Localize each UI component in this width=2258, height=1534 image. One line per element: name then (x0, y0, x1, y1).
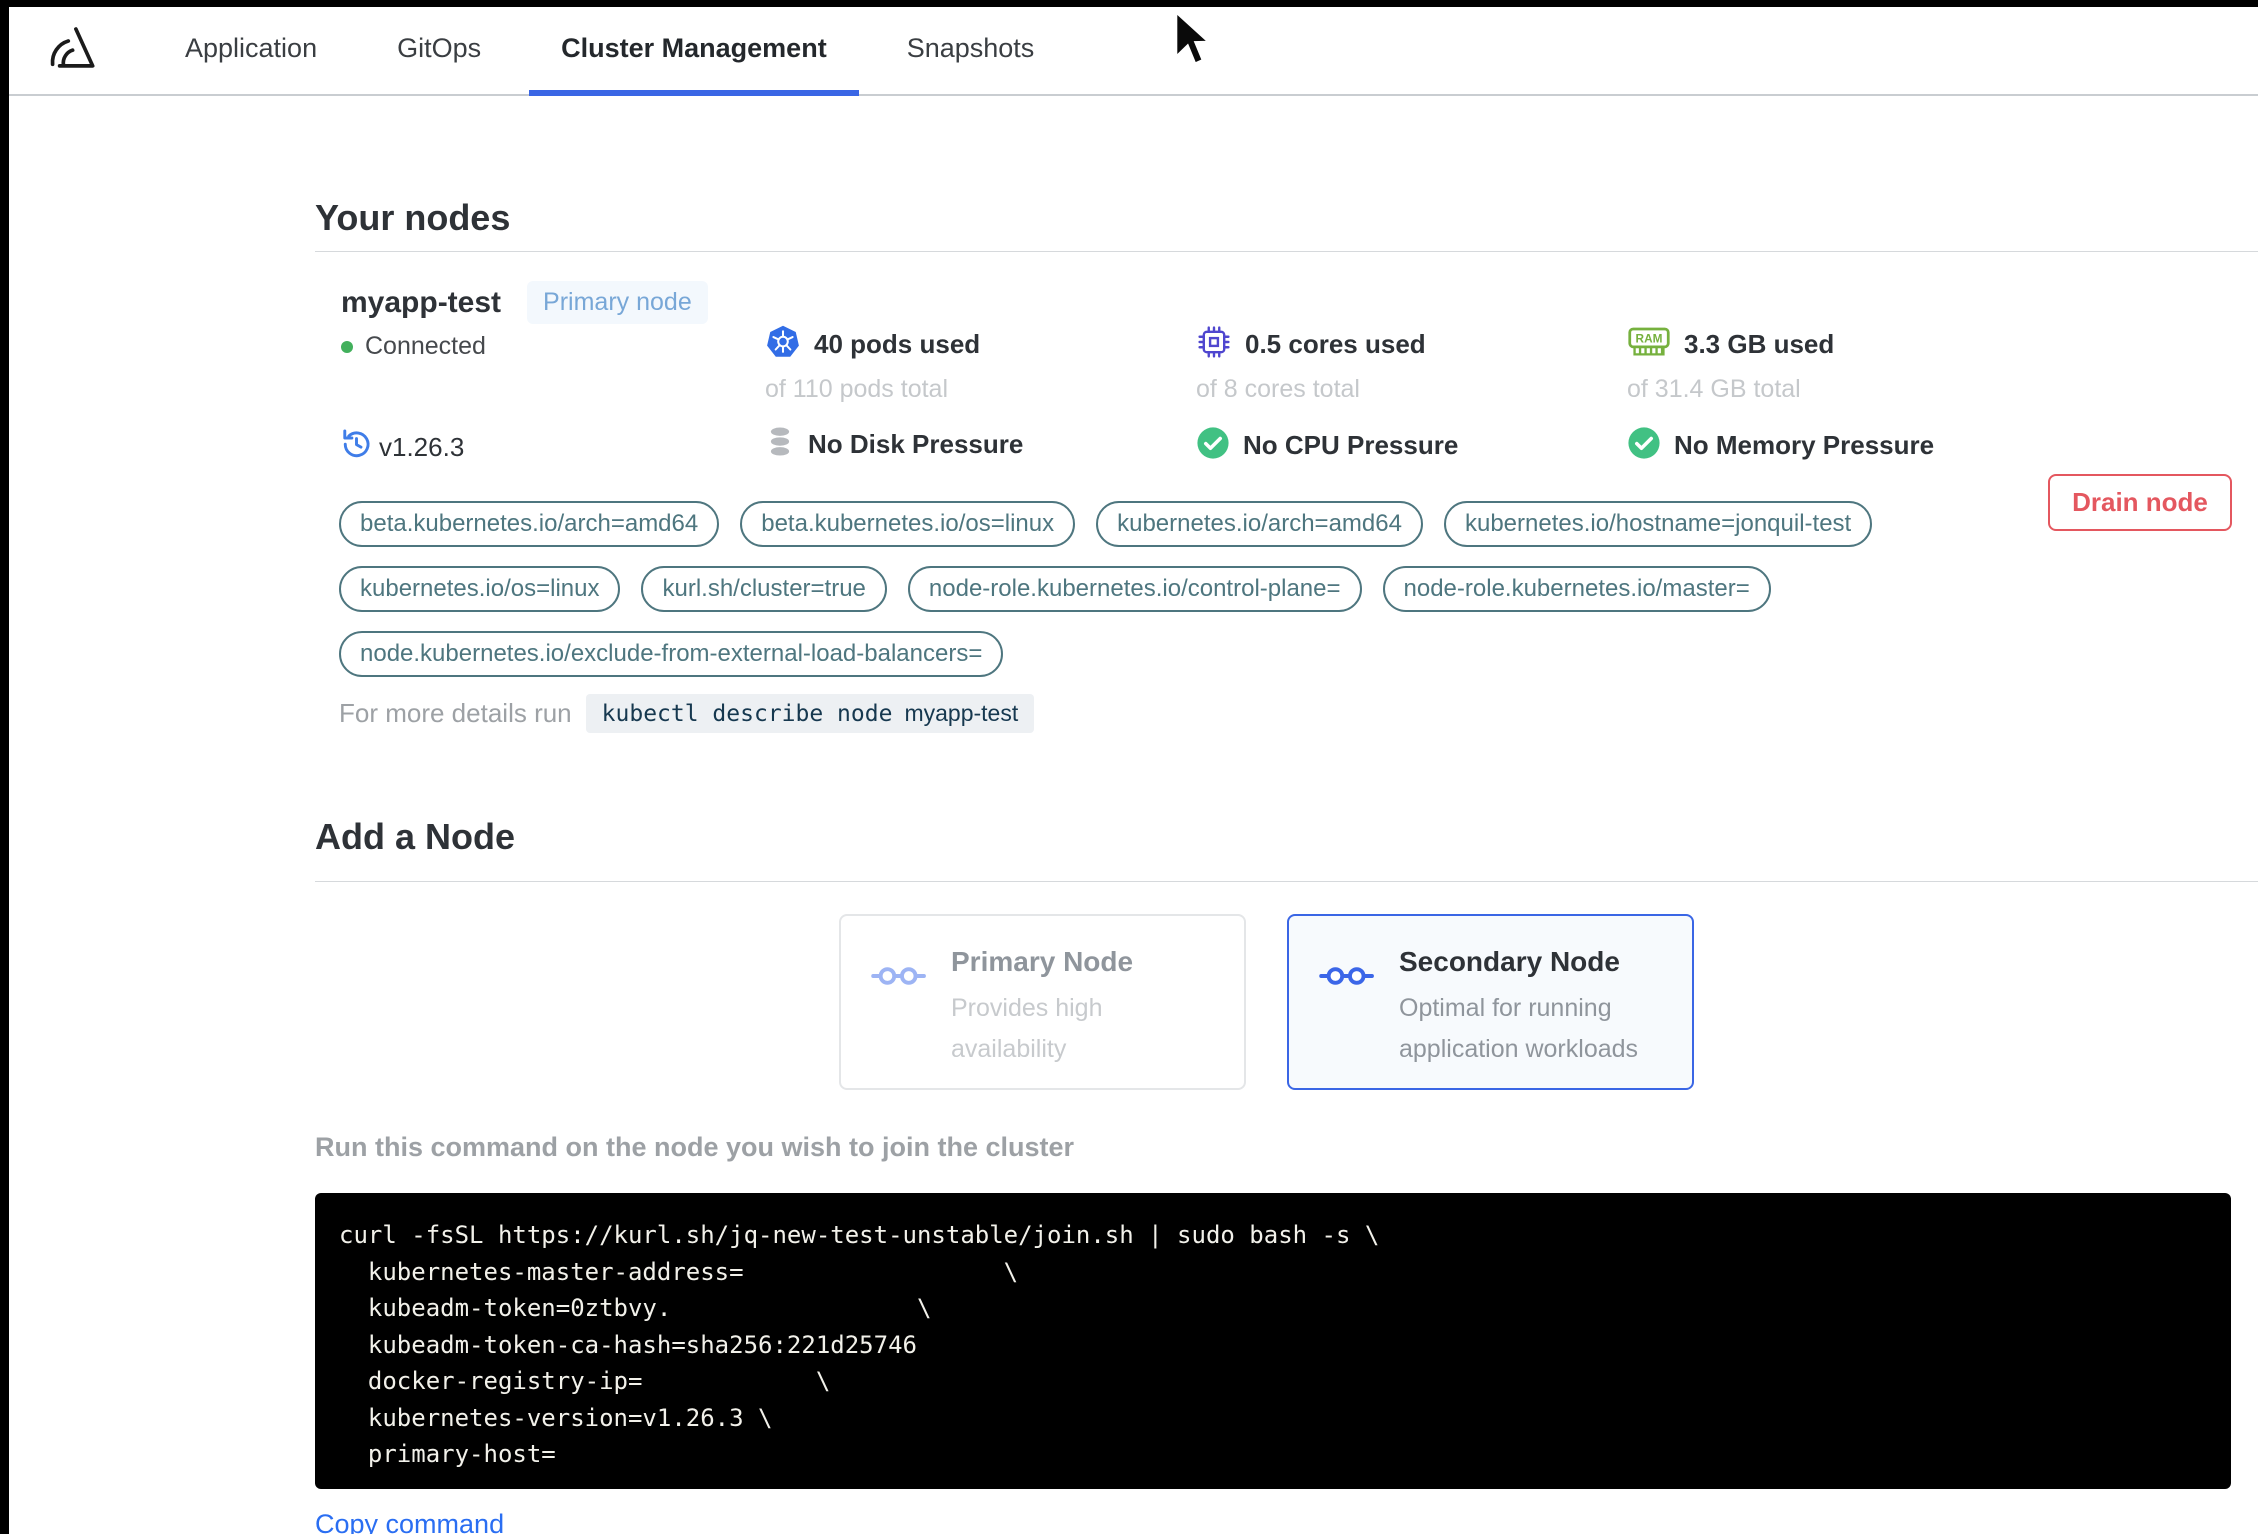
disk-icon (765, 426, 795, 463)
join-command-text: curl -fsSL https://kurl.sh/jq-new-test-u… (339, 1221, 1380, 1468)
mouse-cursor-icon (1168, 9, 1213, 74)
condition-memory: No Memory Pressure (1627, 426, 1934, 465)
node-label-pill: node-role.kubernetes.io/control-plane= (907, 566, 1362, 612)
check-circle-icon (1196, 426, 1230, 465)
condition-disk-label: No Disk Pressure (808, 429, 1024, 459)
node-link-icon (1319, 962, 1375, 1088)
copy-command-link[interactable]: Copy command (315, 1509, 504, 1534)
memory-total: of 31.4 GB total (1627, 375, 1801, 403)
condition-cpu: No CPU Pressure (1196, 426, 1458, 465)
secondary-node-option[interactable]: Secondary Node Optimal for running appli… (1287, 914, 1694, 1090)
window-edge-left (0, 0, 9, 1534)
check-circle-icon (1627, 426, 1661, 465)
node-label-pill: kubernetes.io/hostname=jonquil-test (1443, 501, 1873, 547)
condition-memory-label: No Memory Pressure (1674, 430, 1935, 460)
cores-used: 0.5 cores used (1245, 329, 1426, 359)
primary-node-option-title: Primary Node (951, 946, 1134, 977)
add-node-title: Add a Node (315, 816, 516, 857)
status-dot-icon (341, 340, 353, 353)
tab-application[interactable]: Application (153, 7, 349, 96)
secondary-node-option-title: Secondary Node (1399, 946, 1620, 977)
top-nav: Application GitOps Cluster Management Sn… (9, 7, 2258, 96)
details-command-node: myapp-test (904, 700, 1019, 726)
condition-disk: No Disk Pressure (765, 426, 1023, 463)
node-header: myapp-test Primary node (341, 281, 708, 324)
node-label-pill: node-role.kubernetes.io/master= (1382, 566, 1771, 612)
node-label-pill: node.kubernetes.io/exclude-from-external… (339, 631, 1004, 677)
pods-used: 40 pods used (814, 329, 981, 359)
app-logo (45, 7, 97, 94)
window-edge-top (0, 0, 2258, 7)
node-label-pill: kubernetes.io/os=linux (339, 566, 621, 612)
node-link-icon (871, 962, 927, 1088)
node-labels: beta.kubernetes.io/arch=amd64 beta.kuber… (339, 501, 1959, 677)
condition-cpu-label: No CPU Pressure (1243, 430, 1459, 460)
secondary-node-option-text: Secondary Node Optimal for running appli… (1399, 946, 1661, 1088)
node-label-pill: kubernetes.io/arch=amd64 (1096, 501, 1423, 547)
primary-node-option[interactable]: Primary Node Provides high availability (839, 914, 1246, 1090)
stat-cores: 0.5 cores used of 8 cores total (1196, 324, 1426, 404)
cluster-management-page: Application GitOps Cluster Management Sn… (0, 0, 2258, 1534)
nav-tabs: Application GitOps Cluster Management Sn… (145, 7, 1074, 96)
replicated-logo-icon (45, 21, 97, 80)
your-nodes-divider (315, 251, 2258, 252)
primary-node-option-text: Primary Node Provides high availability (951, 946, 1213, 1088)
node-version: v1.26.3 (338, 426, 464, 468)
primary-node-badge: Primary node (527, 281, 708, 324)
tab-snapshots[interactable]: Snapshots (875, 7, 1067, 96)
stat-pods: 40 pods used of 110 pods total (765, 324, 980, 404)
details-command-code: kubectl describe node (601, 700, 893, 727)
version-label: v1.26.3 (379, 431, 465, 462)
ram-icon: RAM (1627, 324, 1671, 365)
node-details: For more details run kubectl describe no… (339, 694, 1035, 733)
node-status: Connected (341, 332, 486, 361)
node-name: myapp-test (341, 285, 502, 319)
details-command-chip: kubectl describe node myapp-test (585, 694, 1035, 733)
node-label-pill: kurl.sh/cluster=true (641, 566, 887, 612)
stat-memory: RAM 3.3 GB used of 31.4 GB total (1627, 324, 1834, 404)
pods-total: of 110 pods total (765, 375, 949, 403)
cores-total: of 8 cores total (1196, 375, 1360, 403)
details-prefix: For more details run (339, 698, 572, 728)
tab-cluster-management[interactable]: Cluster Management (529, 7, 859, 96)
join-command-terminal: curl -fsSL https://kurl.sh/jq-new-test-u… (315, 1193, 2231, 1489)
join-instruction: Run this command on the node you wish to… (315, 1132, 1075, 1162)
version-icon (338, 426, 375, 468)
memory-used: 3.3 GB used (1684, 329, 1835, 359)
secondary-node-option-desc: Optimal for running application workload… (1399, 994, 1639, 1063)
svg-text:RAM: RAM (1636, 331, 1663, 345)
status-label: Connected (365, 332, 486, 360)
add-node-divider (315, 881, 2258, 882)
kubernetes-icon (765, 324, 801, 365)
tab-gitops[interactable]: GitOps (365, 7, 513, 96)
node-label-pill: beta.kubernetes.io/os=linux (740, 501, 1076, 547)
your-nodes-title: Your nodes (315, 197, 511, 238)
cpu-icon (1196, 324, 1232, 365)
primary-node-option-desc: Provides high availability (951, 994, 1103, 1063)
node-label-pill: beta.kubernetes.io/arch=amd64 (339, 501, 720, 547)
drain-node-button[interactable]: Drain node (2048, 474, 2232, 531)
